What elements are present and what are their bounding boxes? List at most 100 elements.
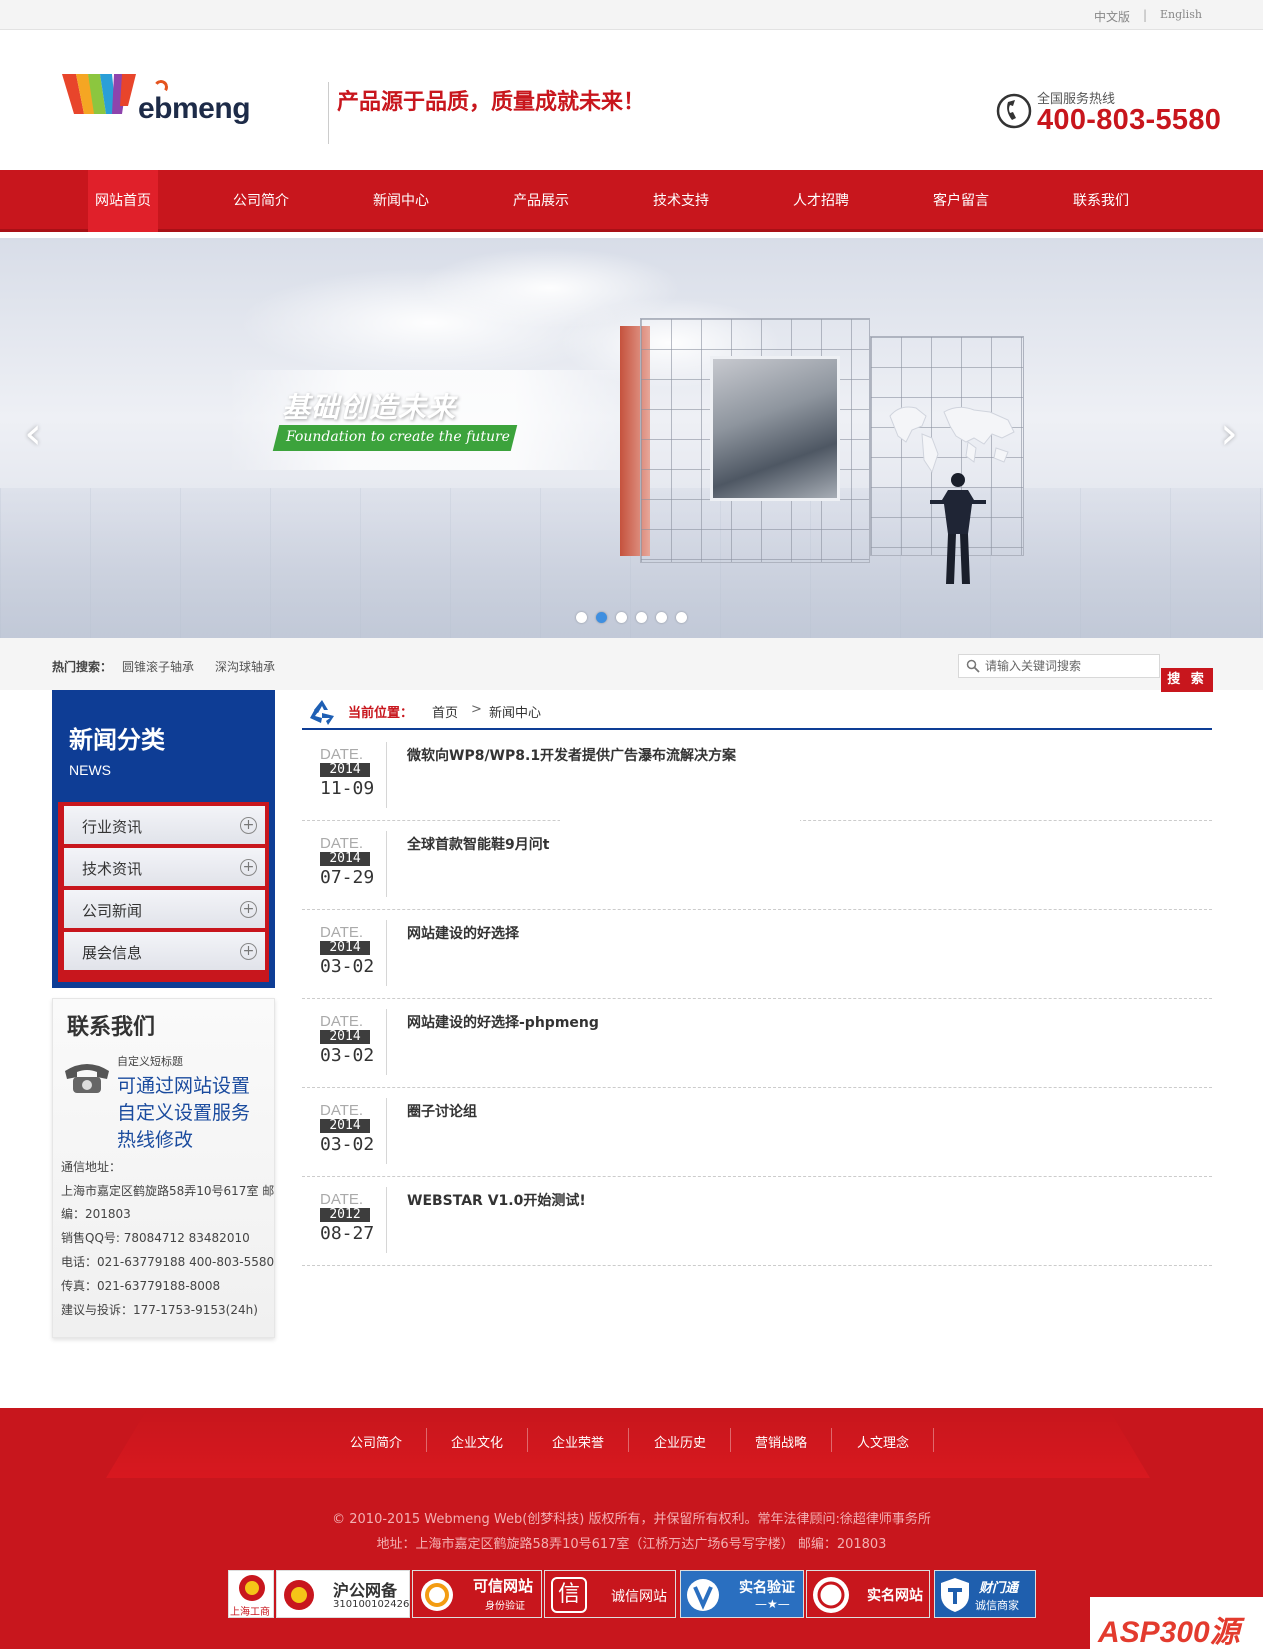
badge-hugong[interactable]: 沪公网备 310100102426 — [276, 1570, 410, 1618]
badge-shiming-site[interactable]: 实名网站 — [806, 1570, 930, 1618]
shield-icon — [941, 1578, 969, 1612]
date-year: 2014 — [320, 852, 370, 866]
nav-item-about[interactable]: 公司简介 — [191, 170, 331, 232]
contact-panel: 联系我们 自定义短标题 可通过网站设置自定义设置服务热线修改 通信地址： 上海市… — [52, 998, 275, 1338]
breadcrumb-current[interactable]: 新闻中心 — [489, 702, 541, 721]
date-month-day: 11-09 — [320, 778, 375, 799]
category-item[interactable]: 公司新闻 + — [64, 890, 265, 928]
banner-dot-active[interactable] — [596, 612, 607, 623]
date-year: 2014 — [320, 1119, 370, 1133]
badge-shiming[interactable]: 实名验证 —★— — [680, 1570, 804, 1618]
search-input[interactable] — [985, 657, 1155, 675]
nav-item-feedback[interactable]: 客户留言 — [891, 170, 1031, 232]
search-button[interactable]: 搜 索 — [1161, 668, 1213, 692]
date-year: 2012 — [320, 1208, 370, 1222]
footer-link[interactable]: 营销战略 — [755, 1432, 807, 1451]
badge-sublabel: 身份验证 — [485, 1601, 525, 1612]
banner-dot[interactable] — [616, 612, 627, 623]
banner-next-arrow-icon[interactable]: › — [1214, 412, 1244, 456]
category-item[interactable]: 展会信息 + — [64, 932, 265, 970]
badge-chengxin[interactable]: 信 诚信网站 — [544, 1570, 676, 1618]
date-month-day: 08-27 — [320, 1223, 375, 1244]
expand-plus-icon[interactable]: + — [240, 817, 257, 834]
main-nav: 网站首页 公司简介 新闻中心 产品展示 技术支持 人才招聘 客户留言 联系我们 — [0, 170, 1263, 232]
world-map-icon — [889, 406, 1015, 474]
category-item-label: 行业资讯 — [82, 818, 143, 836]
breadcrumb-home-link[interactable]: 首页 — [432, 702, 458, 721]
date-label: DATE. — [320, 1102, 364, 1119]
expand-plus-icon[interactable]: + — [240, 859, 257, 876]
category-item[interactable]: 行业资讯 + — [64, 806, 265, 844]
banner-factory-photo — [710, 356, 840, 501]
page: 中文版 | English ebmeng 产品源于品质，质量成就未来！ 全国服务… — [0, 0, 1263, 1649]
hot-search-link[interactable]: 深沟球轴承 — [215, 658, 275, 675]
news-title-link[interactable]: 微软向WP8/WP8.1开发者提供广告瀑布流解决方案 — [407, 745, 736, 765]
telephone-icon — [65, 1064, 109, 1093]
date-month-day: 03-02 — [320, 956, 375, 977]
copyright: © 2010-2015 Webmeng Web(创梦科技) 版权所有，并保留所有… — [332, 1512, 931, 1527]
date-label: DATE. — [320, 924, 364, 941]
date-year: 2014 — [320, 763, 370, 777]
badge-label: 沪公网备 — [333, 1581, 398, 1600]
contact-line: 通信地址： — [61, 1160, 122, 1174]
banner-dot[interactable] — [576, 612, 587, 623]
footer-link[interactable]: 人文理念 — [857, 1432, 909, 1451]
news-title-link[interactable]: 圈子讨论组 — [407, 1101, 477, 1121]
news-title-link[interactable]: 网站建设的好选择-phpmeng — [407, 1012, 599, 1032]
nav-item-news[interactable]: 新闻中心 — [331, 170, 471, 232]
banner-prev-arrow-icon[interactable]: ‹ — [18, 412, 48, 456]
badge-kexin[interactable]: 可信网站 身份验证 — [412, 1570, 542, 1618]
news-category-panel: 新闻分类 NEWS 行业资讯 + 技术资讯 + 公司新闻 + 展会信息 + — [52, 690, 275, 988]
nav-item-jobs[interactable]: 人才招聘 — [751, 170, 891, 232]
verify-v-icon — [687, 1579, 719, 1611]
expand-plus-icon[interactable]: + — [240, 943, 257, 960]
nav-item-products[interactable]: 产品展示 — [471, 170, 611, 232]
hot-search-link[interactable]: 圆锥滚子轴承 — [122, 658, 194, 675]
date-month-day: 03-02 — [320, 1045, 375, 1066]
footer-link[interactable]: 公司简介 — [350, 1432, 402, 1451]
police-emblem-icon — [284, 1580, 314, 1610]
nav-item-contact[interactable]: 联系我们 — [1031, 170, 1171, 232]
news-divider — [386, 742, 387, 808]
footer-link[interactable]: 企业文化 — [451, 1432, 503, 1451]
nav-item-home[interactable]: 网站首页 — [88, 170, 158, 232]
footer-separator — [426, 1428, 427, 1452]
category-subtitle: NEWS — [69, 762, 111, 778]
news-divider — [386, 1009, 387, 1075]
nav-item-support[interactable]: 技术支持 — [611, 170, 751, 232]
news-date: DATE. 2014 07-29 — [320, 835, 378, 897]
category-item[interactable]: 技术资讯 + — [64, 848, 265, 886]
watermark-text: ASP300源码 — [1098, 1616, 1240, 1649]
footer-link[interactable]: 企业荣誉 — [552, 1432, 604, 1451]
news-title-link[interactable]: 网站建设的好选择 — [407, 923, 519, 943]
contact-hotline: 可通过网站设置自定义设置服务热线修改 — [117, 1075, 251, 1151]
expand-plus-icon[interactable]: + — [240, 901, 257, 918]
news-list-item[interactable]: DATE. 2014 03-02 网站建设的好选择 — [302, 910, 1212, 999]
logo[interactable]: ebmeng — [62, 74, 262, 130]
footer-link[interactable]: 企业历史 — [654, 1432, 706, 1451]
lang-chinese-link[interactable]: 中文版 — [1094, 8, 1130, 25]
category-list: 行业资讯 + 技术资讯 + 公司新闻 + 展会信息 + — [58, 802, 269, 982]
news-list-item[interactable]: DATE. 2012 08-27 WEBSTAR V1.0开始测试! — [302, 1177, 1212, 1266]
lang-separator: | — [1143, 8, 1148, 22]
date-label: DATE. — [320, 835, 364, 852]
news-list-item[interactable]: DATE. 2014 03-02 网站建设的好选择-phpmeng — [302, 999, 1212, 1088]
badge-label: 实名网站 — [867, 1588, 923, 1604]
date-year: 2014 — [320, 1030, 370, 1044]
businessman-figure — [930, 473, 986, 584]
badge-caimentong[interactable]: 财门通 诚信商家 — [934, 1570, 1036, 1618]
watermark: ASP300源码 — [1090, 1597, 1263, 1649]
badge-gongshang[interactable]: 上海工商 — [228, 1570, 274, 1618]
banner-dot[interactable] — [656, 612, 667, 623]
news-title-link[interactable]: 全球首款智能鞋9月问t — [407, 834, 549, 854]
banner-dot[interactable] — [636, 612, 647, 623]
breadcrumb-separator: > — [471, 702, 482, 717]
hot-search-label: 热门搜索： — [52, 660, 113, 674]
top-bar: 中文版 | English — [0, 0, 1263, 30]
lang-english-link[interactable]: English — [1160, 8, 1202, 21]
certified-union-icon — [813, 1577, 849, 1613]
news-title-link[interactable]: WEBSTAR V1.0开始测试! — [407, 1190, 586, 1210]
banner-dot[interactable] — [676, 612, 687, 623]
hero-banner[interactable]: 基础创造未来 Foundation to create the future ‹… — [0, 238, 1263, 638]
news-list-item[interactable]: DATE. 2014 03-02 圈子讨论组 — [302, 1088, 1212, 1177]
